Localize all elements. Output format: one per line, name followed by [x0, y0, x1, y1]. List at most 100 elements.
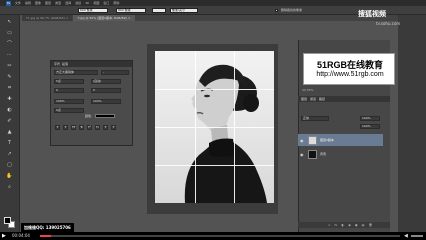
blend-mode-select[interactable]: 正常 — [301, 116, 329, 121]
tab-t[interactable]: T.jpg @ 50% (图层0副本, RGB/8#) × — [73, 15, 135, 21]
eye-icon[interactable]: ◉ — [300, 138, 305, 143]
crop-width-field[interactable]: 600 像素 — [78, 8, 108, 13]
panel-dock — [398, 15, 426, 232]
menu-item[interactable]: 滤镜 — [75, 1, 81, 5]
brand-banner: 51RGB在线教育 http://www.51rgb.com — [303, 53, 395, 85]
crop-grid-line — [155, 127, 274, 128]
all-caps-button[interactable]: TT — [71, 125, 76, 130]
video-player-bar: ▶ 00:04:04 ◀ — [0, 232, 426, 240]
adjustment-layer-icon[interactable]: ◉ — [348, 223, 351, 227]
volume-icon[interactable]: ◀ — [404, 233, 408, 239]
hand-tool-icon[interactable]: ✋ — [4, 173, 15, 180]
healing-tool-icon[interactable]: ⌗ — [4, 85, 15, 92]
kerning-field[interactable]: 0 — [54, 88, 84, 93]
move-tool-icon[interactable]: ↖ — [4, 19, 15, 26]
new-group-icon[interactable]: ▣ — [355, 223, 358, 227]
delete-cropped-checkbox[interactable] — [275, 9, 278, 12]
history-brush-tool-icon[interactable]: ✐ — [4, 118, 15, 125]
type-tool-icon[interactable]: T — [4, 140, 15, 147]
gradient-tool-icon[interactable]: ▲ — [4, 129, 15, 136]
quick-select-tool-icon[interactable]: ⋯ — [4, 52, 15, 59]
layer-thumbnail — [308, 135, 317, 145]
crop-height-field[interactable]: 800 像素 — [116, 8, 146, 13]
tab-t1[interactable]: T1.jpg @ 66.7% (RGB/8#) × — [22, 15, 73, 21]
resolution-field[interactable] — [152, 8, 166, 13]
character-panel-header: 字符 段落 — [51, 61, 132, 67]
volume-slider[interactable] — [411, 235, 423, 237]
clone-stamp-tool-icon[interactable]: ◐ — [4, 107, 15, 114]
eyedropper-tool-icon[interactable]: ✎ — [4, 74, 15, 81]
brush-tool-icon[interactable]: ✚ — [4, 96, 15, 103]
link-layers-icon[interactable]: ∞ — [328, 223, 331, 227]
menu-item[interactable]: 帮助 — [113, 1, 119, 5]
layer-thumbnail — [308, 149, 317, 159]
faux-italic-button[interactable]: T — [63, 125, 68, 130]
sohu-watermark-url: tv.sohu.com — [376, 21, 401, 26]
layer-name: 背景 — [320, 152, 327, 156]
leading-field[interactable]: (自动) — [91, 79, 121, 84]
tab-channels[interactable]: 通道 — [310, 97, 316, 101]
opacity-field[interactable]: 100% — [360, 116, 380, 121]
brand-url: http://www.51rgb.com — [316, 71, 384, 78]
path-select-tool-icon[interactable]: ↗ — [4, 151, 15, 158]
contact-banner: 加维维QQ: 139025706 — [21, 223, 74, 232]
new-layer-icon[interactable]: ▤ — [362, 223, 365, 227]
menu-item[interactable]: 图像 — [35, 1, 41, 5]
layer-mask-icon[interactable]: ◧ — [341, 223, 344, 227]
superscript-button[interactable]: T¹ — [87, 125, 92, 130]
font-style-select[interactable]: - — [101, 70, 129, 75]
menu-item[interactable]: 3D — [85, 1, 89, 5]
progress-bar[interactable] — [40, 235, 400, 237]
layer-row[interactable]: ◉ 图层0副本 — [298, 134, 383, 146]
menu-item[interactable]: 编辑 — [25, 1, 31, 5]
tab-paragraph[interactable]: 段落 — [62, 62, 68, 66]
faux-bold-button[interactable]: T — [55, 125, 60, 130]
layer-style-icon[interactable]: fx — [335, 223, 338, 227]
layer-name: 图层0副本 — [320, 138, 334, 142]
layers-panel-tabs: 图层 通道 路径 — [298, 96, 390, 102]
crop-tool-icon[interactable]: ✂ — [4, 63, 15, 70]
photoshop-window: Ps 文件 编辑 图像 图层 类型 选择 滤镜 3D 视图 窗口 帮助 600 … — [0, 0, 426, 232]
marquee-tool-icon[interactable]: ▭ — [4, 30, 15, 37]
vertical-scale-field[interactable]: 100% — [54, 99, 84, 104]
play-icon[interactable]: ▶ — [2, 233, 8, 239]
tracking-field[interactable]: 0 — [91, 88, 121, 93]
delete-cropped-label: 删除裁剪的像素 — [281, 8, 303, 12]
menu-item[interactable]: 类型 — [55, 1, 61, 5]
layer-row[interactable]: ◉ 背景 — [298, 148, 383, 160]
menu-item[interactable]: 视图 — [93, 1, 99, 5]
fill-field[interactable]: 100% — [360, 124, 380, 129]
baseline-shift-field[interactable]: 0点 — [54, 108, 84, 113]
menu-item[interactable]: 图层 — [45, 1, 51, 5]
underline-button[interactable]: T — [103, 125, 108, 130]
progress-fill — [40, 235, 51, 237]
color-label: 颜色: — [85, 114, 93, 118]
shape-tool-icon[interactable]: ▢ — [4, 162, 15, 169]
horizontal-scale-field[interactable]: 100% — [91, 99, 121, 104]
tab-layers[interactable]: 图层 — [301, 97, 307, 101]
trash-icon[interactable]: 🗑 — [369, 223, 373, 227]
zoom-tool-icon[interactable]: ⌕ — [4, 184, 15, 191]
crop-grid-line — [155, 165, 274, 166]
status-bar: 加维维QQ: 139025706 — [20, 222, 140, 232]
text-color-swatch[interactable] — [95, 114, 115, 118]
menu-item[interactable]: 文件 — [15, 1, 21, 5]
font-size-field[interactable]: 5点 — [54, 79, 84, 84]
menu-item[interactable]: 选择 — [65, 1, 71, 5]
foreground-color-swatch[interactable] — [4, 217, 11, 224]
menu-item[interactable]: 窗口 — [103, 1, 109, 5]
strikethrough-button[interactable]: T — [111, 125, 116, 130]
font-family-select[interactable]: 方正大黑简体 — [54, 70, 98, 75]
tools-panel: ↖ ▭ ⌒ ⋯ ✂ ✎ ⌗ ✚ ◐ ✐ ▲ T ↗ ▢ ✋ ⌕ — [0, 15, 20, 232]
tab-character[interactable]: 字符 — [54, 62, 60, 66]
lasso-tool-icon[interactable]: ⌒ — [4, 41, 15, 48]
navigator-zoom[interactable]: 33.33% — [302, 88, 313, 92]
crop-grid-line — [155, 89, 274, 90]
units-select[interactable]: 像素/英寸 — [170, 8, 198, 13]
eye-icon[interactable]: ◉ — [300, 152, 305, 157]
tab-paths[interactable]: 路径 — [319, 97, 325, 101]
document-canvas[interactable] — [155, 51, 274, 203]
subscript-button[interactable]: T₁ — [95, 125, 100, 130]
sohu-watermark: 搜狐视频 — [358, 10, 386, 18]
small-caps-button[interactable]: Tr — [79, 125, 84, 130]
